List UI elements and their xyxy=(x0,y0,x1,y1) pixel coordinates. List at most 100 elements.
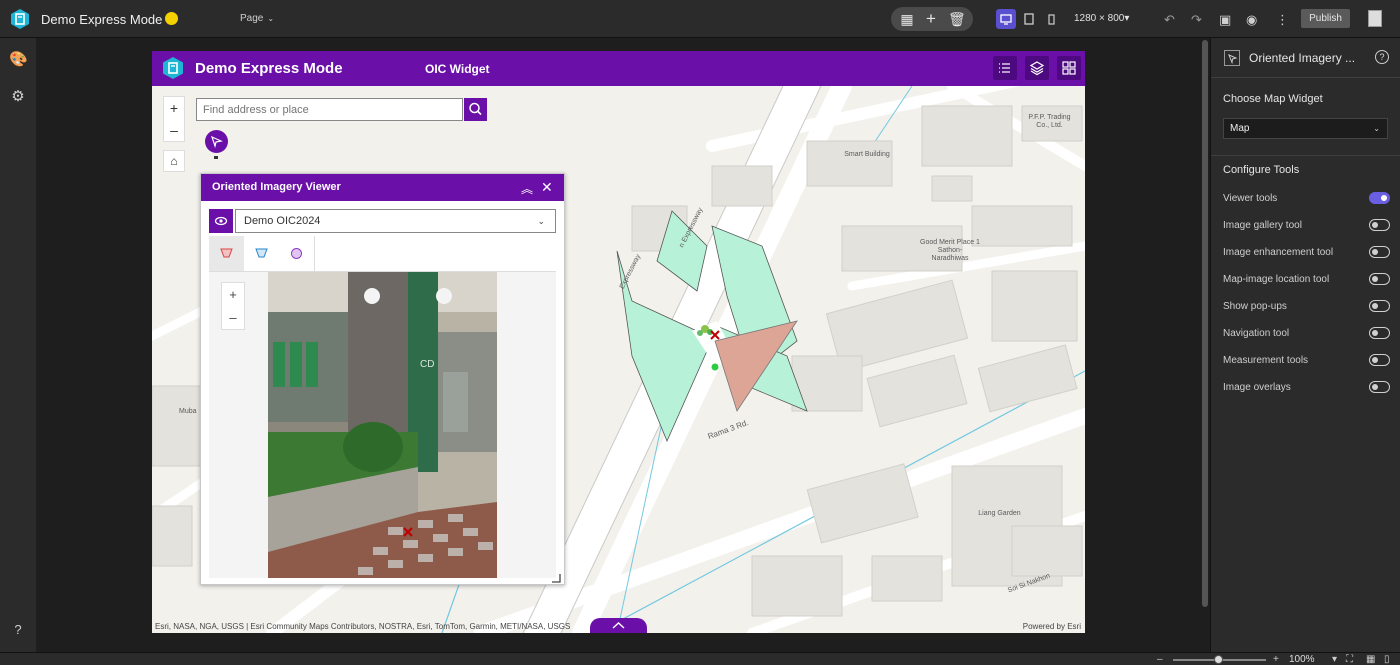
toggle-knob xyxy=(1372,248,1378,255)
tablet-device-button[interactable] xyxy=(1019,9,1039,29)
option-viewer-tools: Viewer tools xyxy=(1223,192,1391,206)
resize-handle[interactable] xyxy=(550,571,562,583)
add-icon[interactable]: + xyxy=(924,10,938,27)
layers-button[interactable] xyxy=(1025,56,1049,80)
image-zoom-out-button[interactable]: – xyxy=(222,306,244,329)
grid-toggle-icon[interactable]: ▦ xyxy=(1366,654,1375,665)
chevron-up-icon xyxy=(612,622,625,629)
home-icon: ⌂ xyxy=(170,154,178,168)
toggle-knob xyxy=(1381,194,1387,201)
section-divider xyxy=(1211,155,1400,156)
imagery-layer-value: Demo OIC2024 xyxy=(244,215,321,227)
option-label: Image overlays xyxy=(1223,382,1291,393)
option-image-gallery: Image gallery tool xyxy=(1223,219,1391,233)
list-icon xyxy=(999,63,1010,73)
delete-icon[interactable]: 🗑 xyxy=(948,12,966,26)
image-zoom-in-button[interactable]: + xyxy=(222,283,244,306)
more-options-icon[interactable]: ⋮ xyxy=(1276,12,1289,28)
fit-screen-icon[interactable]: ⛶ xyxy=(1346,654,1353,665)
canvas-scrollbar-thumb[interactable] xyxy=(1202,40,1208,607)
publish-button[interactable]: Publish xyxy=(1301,9,1350,28)
toggle-knob xyxy=(1372,221,1378,228)
layer-visibility-button[interactable] xyxy=(209,209,233,233)
close-icon[interactable]: ✕ xyxy=(541,179,553,196)
option-measurement-tools: Measurement tools xyxy=(1223,354,1391,368)
resolution-value: 1280 × 800 xyxy=(1074,13,1125,24)
option-map-image-location: Map-image location tool xyxy=(1223,273,1391,287)
search-button[interactable] xyxy=(464,98,487,121)
user-avatar[interactable] xyxy=(1368,10,1382,27)
map-zoom-in-button[interactable]: + xyxy=(164,97,184,119)
option-image-overlays: Image overlays xyxy=(1223,381,1391,395)
toggle-knob xyxy=(1372,329,1378,336)
viewer-header: Oriented Imagery Viewer ︽ ✕ xyxy=(201,174,564,201)
image-display-area[interactable]: + – CD xyxy=(209,272,556,578)
resolution-dropdown[interactable]: 1280 × 800▾ xyxy=(1074,13,1129,24)
option-label: Map-image location tool xyxy=(1223,274,1330,285)
app-logo-icon xyxy=(163,57,183,79)
phone-icon xyxy=(1048,14,1055,25)
undo-icon[interactable]: ↶ xyxy=(1164,12,1175,28)
help-icon[interactable]: ? xyxy=(1375,50,1389,64)
preview-icon[interactable]: ◉ xyxy=(1246,12,1257,28)
powered-by-esri: Powered by Esri xyxy=(1022,622,1081,631)
viewer-tool-tabs xyxy=(209,236,556,272)
toggle-knob xyxy=(1372,356,1378,363)
chevron-down-icon: ⌄ xyxy=(1373,124,1380,133)
basemap-gallery-button[interactable] xyxy=(1057,56,1081,80)
map-home-button[interactable]: ⌂ xyxy=(163,150,185,172)
edit-title-icon[interactable] xyxy=(165,12,178,25)
imagery-layer-select[interactable]: Demo OIC2024 ⌄ xyxy=(235,209,556,233)
tab-footprint-blue[interactable] xyxy=(244,236,279,271)
map-widget-select[interactable]: Map ⌄ xyxy=(1223,118,1388,139)
oriented-imagery-icon xyxy=(211,135,223,149)
zoom-percent: 100% xyxy=(1289,654,1315,665)
redo-icon[interactable]: ↷ xyxy=(1191,12,1202,28)
toggle-switch[interactable] xyxy=(1369,300,1390,312)
resize-corner-icon xyxy=(552,574,561,583)
list-button[interactable] xyxy=(993,56,1017,80)
map-zoom-out-button[interactable]: – xyxy=(164,119,184,141)
status-bar: – + 100% ▾ ⛶ ▦ ▯ xyxy=(0,652,1400,665)
option-label: Image gallery tool xyxy=(1223,220,1302,231)
tablet-icon xyxy=(1024,13,1034,25)
settings-gear-icon[interactable]: ⚙ xyxy=(9,87,27,105)
toggle-switch[interactable] xyxy=(1369,381,1390,393)
zoom-in-icon[interactable]: + xyxy=(1273,654,1279,665)
chevron-down-icon: ⌄ xyxy=(267,14,275,23)
option-label: Measurement tools xyxy=(1223,355,1309,366)
toggle-switch[interactable] xyxy=(1369,354,1390,366)
chevron-down-icon: ⌄ xyxy=(537,216,545,226)
bottom-panel-toggle[interactable] xyxy=(590,618,647,633)
oriented-image-photo: CD xyxy=(268,272,497,578)
app-header: Demo Express Mode OIC Widget xyxy=(152,51,1085,86)
collapse-icon[interactable]: ︽ xyxy=(521,180,533,197)
zoom-dropdown-icon[interactable]: ▾ xyxy=(1332,654,1337,665)
option-image-enhancement: Image enhancement tool xyxy=(1223,246,1391,260)
oriented-image[interactable]: CD xyxy=(268,272,497,578)
help-icon[interactable]: ? xyxy=(9,622,27,640)
theme-palette-icon[interactable]: 🎨 xyxy=(9,50,28,68)
save-icon[interactable]: ▣ xyxy=(1219,12,1231,28)
panel-toggle-icon[interactable]: ▯ xyxy=(1384,654,1390,665)
toggle-switch[interactable] xyxy=(1369,246,1390,258)
widgets-grid-icon[interactable]: ▦ xyxy=(900,12,914,26)
toggle-switch[interactable] xyxy=(1369,273,1390,285)
page-dropdown[interactable]: Page ⌄ xyxy=(240,13,274,24)
search-input[interactable] xyxy=(197,99,463,120)
toggle-switch[interactable] xyxy=(1369,192,1390,204)
tab-footprint-red[interactable] xyxy=(209,236,244,271)
toggle-switch[interactable] xyxy=(1369,327,1390,339)
zoom-slider-handle[interactable] xyxy=(1214,655,1223,664)
zoom-out-icon[interactable]: – xyxy=(1157,654,1163,665)
map-label-smart-building: Smart Building xyxy=(844,151,890,158)
phone-device-button[interactable] xyxy=(1041,9,1061,29)
settings-panel: Oriented Imagery ... ? Choose Map Widget… xyxy=(1210,38,1400,652)
oic-widget-toggle[interactable] xyxy=(205,130,228,153)
camera-location-icon xyxy=(291,248,302,259)
tab-camera-location[interactable] xyxy=(279,236,314,271)
desktop-device-button[interactable] xyxy=(996,9,1016,29)
map-label-pfp: P.F.P. Trading Co., Ltd. xyxy=(1028,114,1071,129)
toggle-switch[interactable] xyxy=(1369,219,1390,231)
grid-icon xyxy=(1062,61,1076,75)
